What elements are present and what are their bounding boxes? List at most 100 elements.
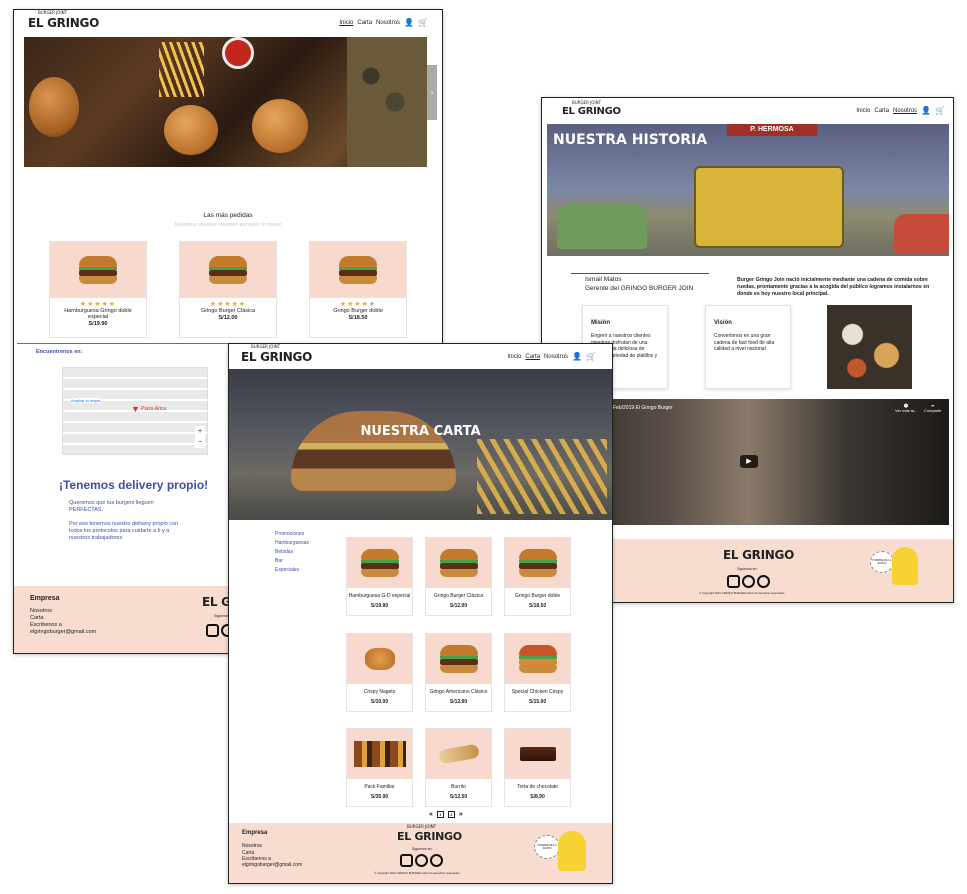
- product-name: Hamburguesa G-D especial: [348, 593, 411, 599]
- cart-icon[interactable]: 🛒: [418, 19, 428, 27]
- facebook-icon[interactable]: [742, 575, 755, 588]
- instagram-icon[interactable]: [400, 854, 413, 867]
- food-table-photo: [827, 305, 912, 389]
- hero-burger-image: [291, 411, 456, 491]
- mission-title: Misión: [591, 320, 610, 326]
- menu-product-card[interactable]: Crispy Nagets S/10.00: [346, 633, 413, 712]
- product-image: [439, 549, 478, 577]
- about-navbar: BURGER JOINT EL GRINGO Inicio Carta Nosot…: [542, 98, 953, 124]
- product-image: [79, 256, 117, 284]
- menu-navbar: BURGER JOINT EL GRINGO Inicio Carta Nosot…: [229, 344, 612, 370]
- footer-sticker-illustration: HOMBRE DE LA RAZÓN: [534, 831, 586, 873]
- product-image: [518, 549, 557, 577]
- menu-product-card[interactable]: Pack Familiar S/35.90: [346, 728, 413, 807]
- nav-link-nosotros[interactable]: Nosotros: [376, 20, 400, 26]
- map-expand-link[interactable]: Ampliar el mapa: [71, 398, 100, 403]
- manager-name: Ismail Matos: [585, 276, 622, 283]
- home-navbar: BURGER JOINT EL GRINGO Inicio Carta Nosot…: [14, 10, 442, 36]
- hero-burger-image: [29, 77, 79, 137]
- product-price: S/10.00: [370, 699, 389, 705]
- instagram-icon[interactable]: [206, 624, 219, 637]
- menu-product-card[interactable]: Hamburguesa G-D especial S/19.90: [346, 537, 413, 616]
- hero-sauce-bowl-image: [222, 37, 254, 69]
- category-item[interactable]: Hamburguesas: [275, 539, 309, 548]
- popular-section-title: Las más pedidas: [203, 212, 253, 219]
- footer-link-carta[interactable]: Carta: [30, 615, 43, 621]
- product-price: S/15.00: [528, 699, 547, 705]
- brand-logo[interactable]: BURGER JOINT EL GRINGO: [28, 10, 99, 30]
- product-name: Gringo Burger doble: [514, 593, 561, 599]
- home-hero-carousel: [24, 37, 427, 167]
- nav-link-carta[interactable]: Carta: [874, 108, 889, 114]
- manager-role: Gerente del GRINGO BURGER JOIN: [585, 285, 694, 292]
- share-button[interactable]: ➦ Compartir: [924, 403, 942, 413]
- brand-logo[interactable]: BURGER JOINT EL GRINGO: [562, 100, 621, 117]
- nav-link-inicio[interactable]: Inicio: [339, 20, 353, 26]
- user-icon[interactable]: 👤: [921, 107, 931, 115]
- pagination-prev-icon[interactable]: «: [429, 811, 433, 818]
- product-name: Gringo Americano Clásico: [429, 689, 488, 695]
- footer-email[interactable]: elgringoburger@gmail.com: [242, 862, 302, 868]
- product-image: [439, 645, 478, 673]
- nav-link-inicio[interactable]: Inicio: [856, 108, 870, 114]
- menu-hero-title: NUESTRA CARTA: [360, 424, 481, 439]
- about-hero-banner: P. HERMOSA NUESTRA HISTORIA: [547, 124, 949, 256]
- footer-link-nosotros[interactable]: Nosotros: [242, 843, 262, 849]
- hero-grilled-veg-image: [347, 37, 427, 167]
- carousel-next-button[interactable]: ›: [427, 65, 437, 120]
- nav-link-nosotros[interactable]: Nosotros: [893, 108, 917, 114]
- rating-stars: ★★★★★: [79, 301, 117, 308]
- footer-logo: EL GRINGO: [723, 548, 794, 562]
- facebook-icon[interactable]: [415, 854, 428, 867]
- footer-contact-label: Escribenos a: [30, 622, 62, 628]
- menu-product-card[interactable]: Burrito S/12.50: [425, 728, 492, 807]
- pagination-page[interactable]: 1: [436, 811, 444, 818]
- menu-product-card[interactable]: Special Chicken Crispy S/15.00: [504, 633, 571, 712]
- category-item[interactable]: Bebidas: [275, 548, 309, 557]
- product-card[interactable]: ★★★★★ Gringo Burger Clásica S/12.00: [179, 241, 277, 338]
- user-icon[interactable]: 👤: [404, 19, 414, 27]
- product-card[interactable]: ★★★★★ Hamburguesa Gringo doble especial …: [49, 241, 147, 338]
- category-item[interactable]: Promociones: [275, 530, 309, 539]
- instagram-icon[interactable]: [727, 575, 740, 588]
- category-item[interactable]: Especiales: [275, 566, 309, 575]
- pagination-next-icon[interactable]: »: [459, 811, 463, 818]
- map-label: Encuentrenos en:: [36, 349, 83, 355]
- nav-link-carta[interactable]: Carta: [525, 354, 540, 360]
- menu-product-card[interactable]: Gringo Americano Clásico S/12.90: [425, 633, 492, 712]
- sticker-speech-bubble: HOMBRE DE LA RAZÓN: [870, 551, 894, 573]
- pagination-page[interactable]: 2: [447, 811, 455, 818]
- cart-icon[interactable]: 🛒: [586, 353, 596, 361]
- location-map[interactable]: Ampliar el mapa ▼ Plaza Arica + −: [62, 367, 208, 455]
- footer-email[interactable]: elgringoburger@gmail.com: [30, 629, 96, 635]
- category-item[interactable]: Bar: [275, 557, 309, 566]
- menu-product-card[interactable]: Gringo Burger doble S/18.50: [504, 537, 571, 616]
- product-card[interactable]: ★★★★★ Gringo Burger doble S/18.50: [309, 241, 407, 338]
- whatsapp-icon[interactable]: [757, 575, 770, 588]
- product-image: [360, 549, 399, 577]
- footer-follow-label: Siguenos en:: [737, 567, 758, 571]
- nav-link-carta[interactable]: Carta: [357, 20, 372, 26]
- car-illustration: [894, 214, 949, 254]
- video-play-button[interactable]: ▶: [740, 455, 758, 468]
- footer-follow-label: Siguenos en:: [412, 847, 433, 851]
- menu-page-frame: BURGER JOINT EL GRINGO Inicio Carta Nosot…: [228, 343, 613, 884]
- nav-link-nosotros[interactable]: Nosotros: [544, 354, 568, 360]
- whatsapp-icon[interactable]: [430, 854, 443, 867]
- cart-icon[interactable]: 🛒: [935, 107, 945, 115]
- menu-product-card[interactable]: Gringo Burger Clásica S/12.00: [425, 537, 492, 616]
- brand-logo[interactable]: BURGER JOINT EL GRINGO: [241, 344, 312, 364]
- nav-link-inicio[interactable]: Inicio: [507, 354, 521, 360]
- product-name: Pack Familiar: [364, 784, 395, 790]
- footer-copyright: © Copyright 2021 GRINGO BURGER todos los…: [699, 591, 785, 595]
- footer-link-nosotros[interactable]: Nosotros: [30, 608, 52, 614]
- watch-later-button[interactable]: 🕓 Ver más ta...: [895, 403, 917, 413]
- product-name: Gringo Burger Clásica: [433, 593, 484, 599]
- map-zoom-controls[interactable]: + −: [195, 426, 205, 448]
- map-place-label: Plaza Arica: [141, 406, 167, 412]
- delivery-text: Queremos que tus burgers lleguen PERFECT…: [69, 500, 154, 513]
- menu-product-card[interactable]: Torta de chocolate S/8.90: [504, 728, 571, 807]
- product-price: S/18.50: [528, 603, 547, 609]
- user-icon[interactable]: 👤: [572, 353, 582, 361]
- product-price: S/35.90: [370, 794, 389, 800]
